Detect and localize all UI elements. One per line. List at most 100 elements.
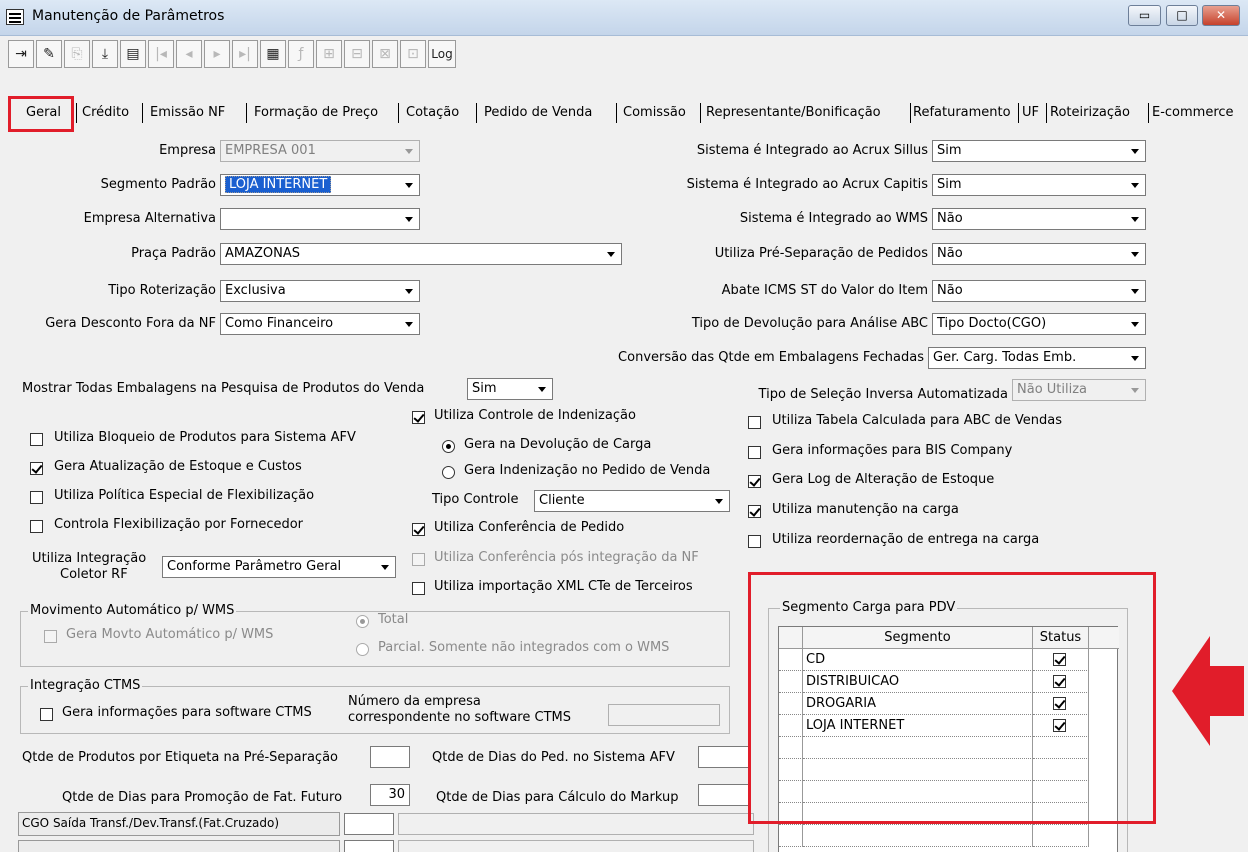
gera-indenizacao-radio[interactable] <box>442 466 455 479</box>
qtde-dias-afv-label: Qtde de Dias do Ped. no Sistema AFV <box>432 750 675 765</box>
empresa-label: Empresa <box>159 143 216 158</box>
toolbar: ⇥ ✎ ⎘ ⤓ ▤ |◂ ◂ ▸ ▸| ▦ ƒ ⊞ ⊟ ⊠ ⊡ Log <box>8 40 648 68</box>
tipo-roterizacao-select[interactable]: Exclusiva <box>220 280 420 302</box>
tab-formacao-preco[interactable]: Formação de Preço <box>254 99 378 127</box>
ctms-group-title: Integração CTMS <box>28 678 143 693</box>
tab-representante[interactable]: Representante/Bonificação <box>706 99 881 127</box>
coletor-label-2: Coletor RF <box>60 567 128 582</box>
cgo-next-input[interactable] <box>344 840 394 852</box>
bloqueio-afv-checkbox[interactable] <box>30 433 43 446</box>
minimize-button[interactable]: ▭ <box>1128 5 1161 26</box>
previous-record-icon[interactable]: ◂ <box>176 40 202 68</box>
tree-icon[interactable]: ⊞ <box>316 40 342 68</box>
log-estoque-checkbox[interactable] <box>748 475 761 488</box>
politica-flex-checkbox[interactable] <box>30 491 43 504</box>
gera-movto-checkbox[interactable] <box>44 630 57 643</box>
wms-select[interactable]: Não <box>932 208 1146 230</box>
hierarchy-icon[interactable]: ⊠ <box>372 40 398 68</box>
acrux-sillus-select[interactable]: Sim <box>932 140 1146 162</box>
next-record-icon[interactable]: ▸ <box>204 40 230 68</box>
cgo-next-row <box>18 840 340 852</box>
tab-comissao[interactable]: Comissão <box>623 99 686 127</box>
first-record-icon[interactable]: |◂ <box>148 40 174 68</box>
politica-flex-label: Utiliza Política Especial de Flexibiliza… <box>54 488 315 503</box>
acrux-capitis-select[interactable]: Sim <box>932 174 1146 196</box>
conversao-select[interactable]: Ger. Carg. Todas Emb. <box>928 347 1146 369</box>
tipo-controle-select[interactable]: Cliente <box>534 490 730 512</box>
reordenacao-checkbox[interactable] <box>748 535 761 548</box>
tab-cotacao[interactable]: Cotação <box>406 99 459 127</box>
parcial-label: Parcial. Somente não integrados com o WM… <box>378 640 670 655</box>
tree-expand-icon[interactable]: ⊟ <box>344 40 370 68</box>
last-record-icon[interactable]: ▸| <box>232 40 258 68</box>
acrux-capitis-label: Sistema é Integrado ao Acrux Capitis <box>686 177 928 192</box>
exit-icon[interactable]: ⇥ <box>8 40 34 68</box>
segmento-padrao-label: Segmento Padrão <box>100 177 216 192</box>
tipo-selecao-select[interactable]: Não Utiliza <box>1012 379 1146 401</box>
save-icon[interactable]: ⤓ <box>92 40 118 68</box>
title-bar: Manutenção de Parâmetros ▭ □ ✕ <box>0 0 1248 36</box>
numero-empresa-label-2: correspondente no software CTMS <box>348 710 571 725</box>
gera-desconto-select[interactable]: Como Financeiro <box>220 313 420 335</box>
log-button[interactable]: Log <box>428 40 456 68</box>
manutencao-carga-checkbox[interactable] <box>748 505 761 518</box>
ctms-checkbox[interactable] <box>40 708 53 721</box>
conferencia-pedido-checkbox[interactable] <box>412 523 425 536</box>
parcial-radio[interactable] <box>356 643 369 656</box>
qtde-dias-afv-input[interactable] <box>698 746 750 768</box>
gera-movto-label: Gera Movto Automático p/ WMS <box>66 627 274 642</box>
qtde-dias-promo-label: Qtde de Dias para Promoção de Fat. Futur… <box>62 790 343 805</box>
tipo-devolucao-label: Tipo de Devolução para Análise ABC <box>691 316 928 331</box>
cgo-saida-input[interactable] <box>344 813 394 835</box>
tab-ecommerce[interactable]: E-commerce <box>1152 99 1234 127</box>
mostrar-embalagens-select[interactable]: Sim <box>467 378 553 400</box>
gera-devolucao-label: Gera na Devolução de Carga <box>464 437 652 452</box>
wms-group-title: Movimento Automático p/ WMS <box>28 603 237 618</box>
numero-empresa-input[interactable] <box>608 704 720 726</box>
coletor-rf-select[interactable]: Conforme Parâmetro Geral <box>162 556 396 578</box>
atualizacao-estoque-label: Gera Atualização de Estoque e Custos <box>54 459 302 474</box>
empresa-select[interactable]: EMPRESA 001 <box>220 140 420 162</box>
controle-indenizacao-label: Utiliza Controle de Indenização <box>434 408 636 423</box>
tipo-devolucao-select[interactable]: Tipo Docto(CGO) <box>932 313 1146 335</box>
tab-emissao-nf[interactable]: Emissão NF <box>150 99 225 127</box>
acrux-sillus-label: Sistema é Integrado ao Acrux Sillus <box>696 143 928 158</box>
tabela-abc-checkbox[interactable] <box>748 416 761 429</box>
maximize-button[interactable]: □ <box>1166 5 1198 26</box>
conferencia-pos-checkbox[interactable] <box>412 553 425 566</box>
empresa-alternativa-select[interactable] <box>220 208 420 230</box>
tab-credito[interactable]: Crédito <box>82 99 129 127</box>
abate-icms-select[interactable]: Não <box>932 280 1146 302</box>
close-button[interactable]: ✕ <box>1202 5 1240 26</box>
qtde-dias-markup-input[interactable] <box>698 784 750 806</box>
pre-separacao-select[interactable]: Não <box>932 243 1146 265</box>
highlight-geral-tab <box>8 96 74 132</box>
copy-icon[interactable]: ⎘ <box>64 40 90 68</box>
xml-cte-checkbox[interactable] <box>412 582 425 595</box>
coletor-label-1: Utiliza Integração <box>32 551 147 566</box>
gera-devolucao-radio[interactable] <box>442 440 455 453</box>
edit-pencil-icon[interactable]: ✎ <box>36 40 62 68</box>
hierarchy-alt-icon[interactable]: ⊡ <box>400 40 426 68</box>
controle-indenizacao-checkbox[interactable] <box>412 411 425 424</box>
formula-icon[interactable]: ƒ <box>288 40 314 68</box>
tab-bar: Geral Crédito Emissão NF Formação de Pre… <box>14 99 1248 129</box>
segmento-padrao-select[interactable]: LOJA INTERNET <box>220 174 420 196</box>
grid-view-icon[interactable]: ▦ <box>260 40 286 68</box>
tab-roterizacao[interactable]: Roteirização <box>1050 99 1130 127</box>
bis-company-checkbox[interactable] <box>748 446 761 459</box>
qtde-etiqueta-label: Qtde de Produtos por Etiqueta na Pré-Sep… <box>22 750 338 765</box>
print-icon[interactable]: ▤ <box>120 40 146 68</box>
flex-fornecedor-checkbox[interactable] <box>30 520 43 533</box>
tab-pedido-venda[interactable]: Pedido de Venda <box>484 99 592 127</box>
pre-separacao-label: Utiliza Pré-Separação de Pedidos <box>714 246 928 261</box>
tab-refaturamento[interactable]: Refaturamento <box>913 99 1011 127</box>
qtde-etiqueta-input[interactable] <box>370 746 410 768</box>
mostrar-embalagens-label: Mostrar Todas Embalagens na Pesquisa de … <box>22 381 425 396</box>
qtde-dias-promo-input[interactable]: 30 <box>370 784 410 806</box>
total-radio[interactable] <box>356 615 369 628</box>
tabela-abc-label: Utiliza Tabela Calculada para ABC de Ven… <box>772 413 1063 428</box>
tab-uf[interactable]: UF <box>1022 99 1039 127</box>
grid-empty-row[interactable] <box>803 825 1033 847</box>
atualizacao-estoque-checkbox[interactable] <box>30 462 43 475</box>
